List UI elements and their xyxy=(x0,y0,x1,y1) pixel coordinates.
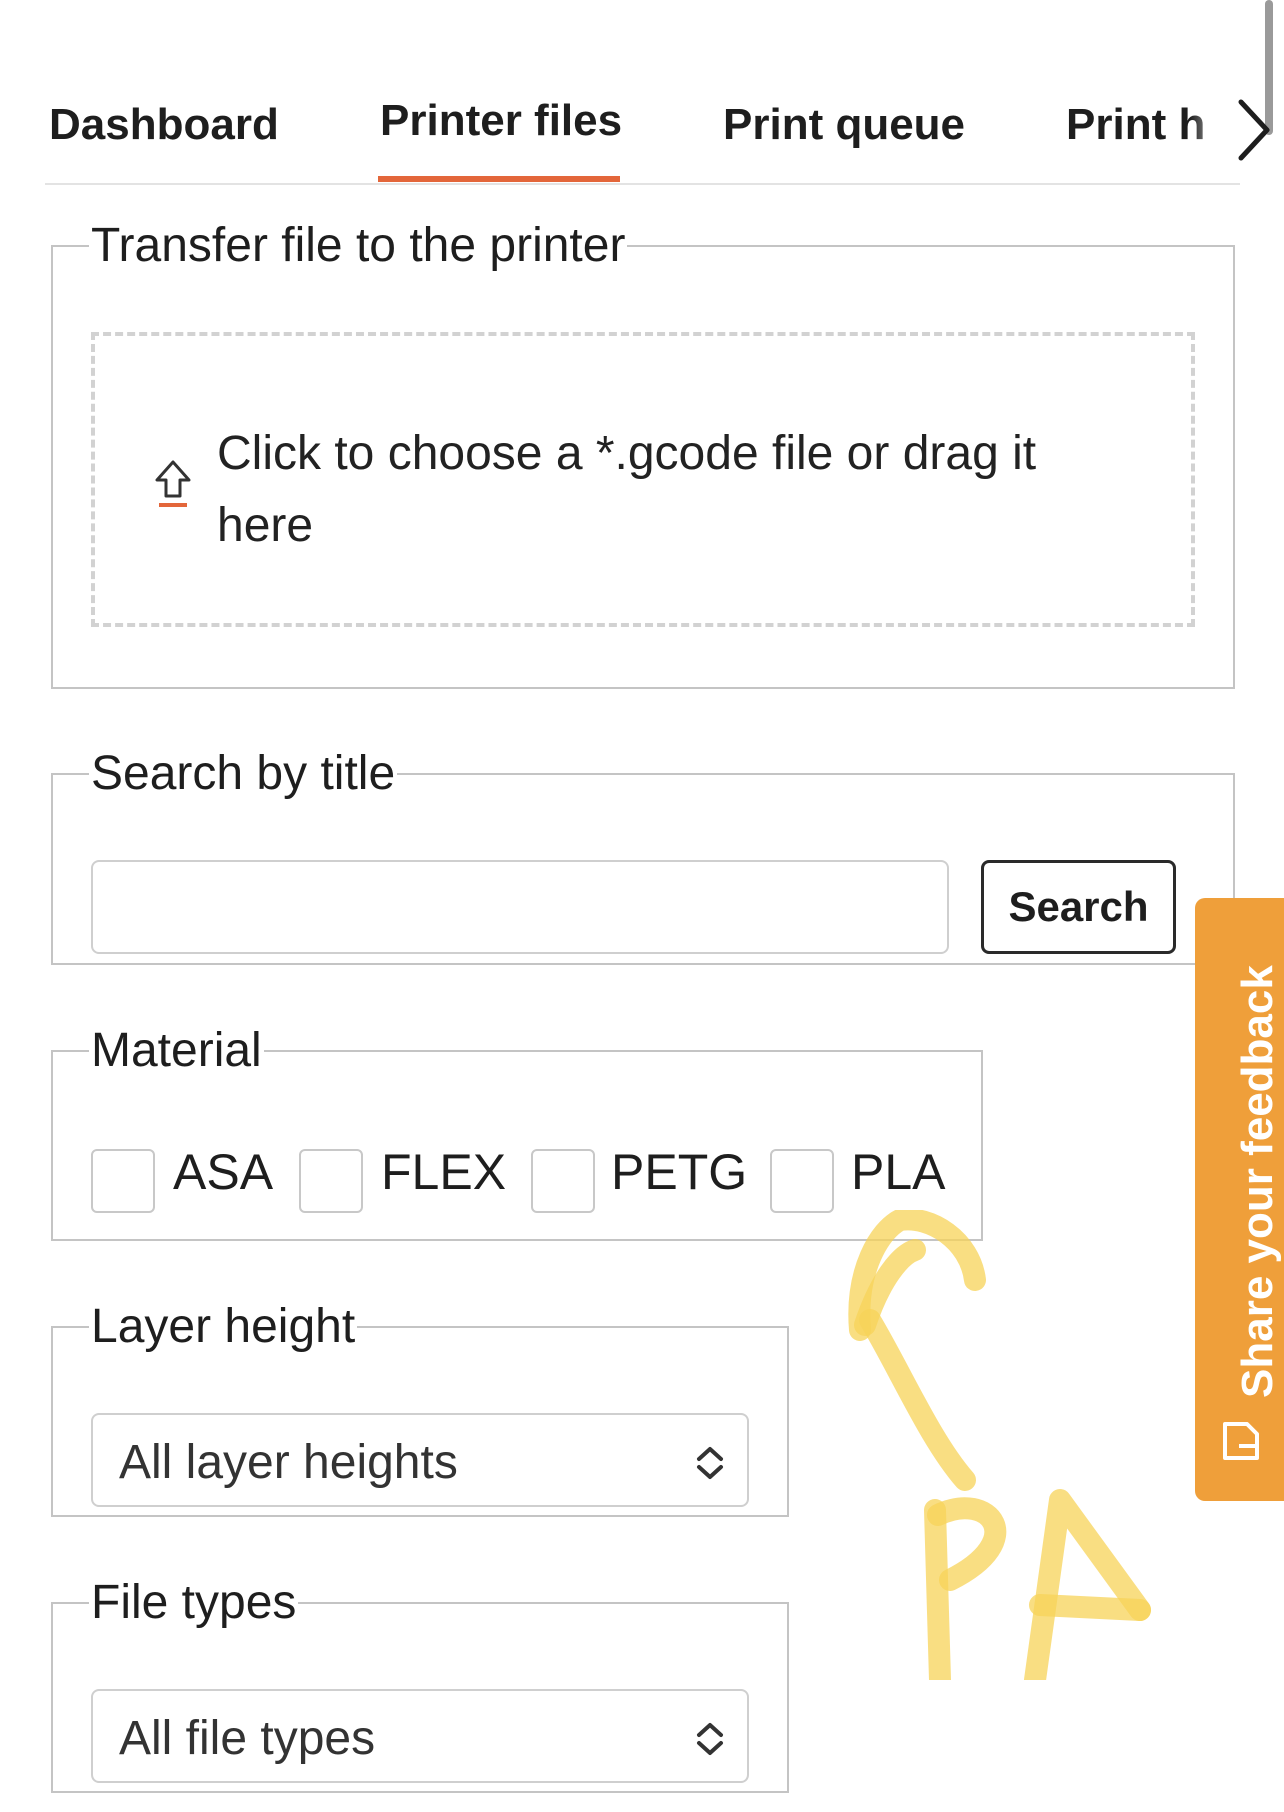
file-types-group: File types All file types xyxy=(51,1579,789,1793)
search-input[interactable] xyxy=(91,860,949,954)
select-arrows-icon xyxy=(697,1723,723,1755)
feedback-label: Share your feedback xyxy=(1233,965,1282,1398)
layer-height-legend: Layer height xyxy=(91,1300,356,1353)
search-legend: Search by title xyxy=(91,747,396,800)
select-arrows-icon xyxy=(697,1447,723,1479)
dropzone-text: Click to choose a *.gcode file or drag i… xyxy=(217,427,1037,552)
checkbox-label-flex[interactable]: FLEX xyxy=(381,1143,506,1201)
checkbox-label-asa[interactable]: ASA xyxy=(173,1143,273,1201)
chevron-right-icon[interactable] xyxy=(1225,92,1284,168)
layer-height-selected: All layer heights xyxy=(119,1436,458,1489)
feedback-icon xyxy=(1223,1422,1259,1460)
file-dropzone[interactable]: Click to choose a *.gcode file or drag i… xyxy=(91,332,1195,627)
layer-height-group: Layer height All layer heights xyxy=(51,1303,789,1517)
search-button[interactable]: Search xyxy=(981,860,1176,954)
file-types-select[interactable]: All file types xyxy=(91,1689,749,1783)
material-legend: Material xyxy=(91,1024,262,1077)
upload-icon xyxy=(155,460,191,507)
checkbox-flex[interactable] xyxy=(299,1149,363,1213)
checkbox-pla[interactable] xyxy=(770,1149,834,1213)
transfer-file-group: Transfer file to the printer Click to ch… xyxy=(51,222,1235,689)
search-group: Search by title Search xyxy=(51,750,1235,965)
transfer-file-legend: Transfer file to the printer xyxy=(91,219,626,272)
material-group: Material ASA FLEX PETG PLA xyxy=(51,1027,983,1241)
tab-print-queue[interactable]: Print queue xyxy=(723,100,965,150)
checkbox-asa[interactable] xyxy=(91,1149,155,1213)
checkbox-label-petg[interactable]: PETG xyxy=(611,1143,747,1201)
file-types-legend: File types xyxy=(91,1576,297,1629)
feedback-tab[interactable]: Share your feedback xyxy=(1195,898,1284,1501)
tab-dashboard[interactable]: Dashboard xyxy=(49,100,279,150)
tab-bar: Dashboard Printer files Print queue Prin… xyxy=(45,78,1270,185)
checkbox-petg[interactable] xyxy=(531,1149,595,1213)
active-tab-indicator xyxy=(378,176,620,182)
file-types-selected: All file types xyxy=(119,1712,376,1765)
layer-height-select[interactable]: All layer heights xyxy=(91,1413,749,1507)
handwritten-annotation xyxy=(848,1210,1151,1680)
checkbox-label-pla[interactable]: PLA xyxy=(851,1143,946,1201)
tab-printer-files[interactable]: Printer files xyxy=(380,96,622,146)
tab-print-history[interactable]: Print h xyxy=(1066,100,1205,150)
